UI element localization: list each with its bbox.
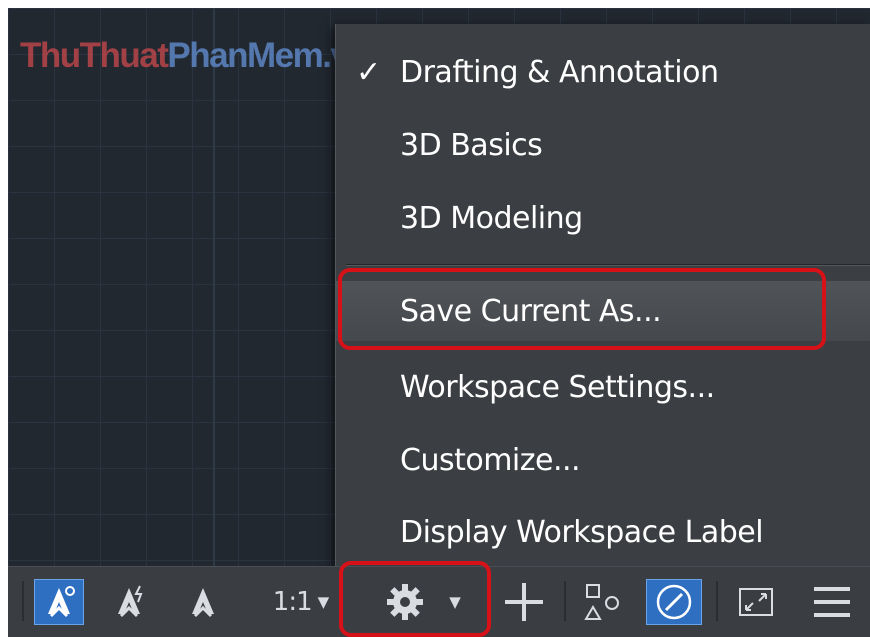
menu-item-label: Customize... xyxy=(400,442,581,478)
plus-icon xyxy=(505,583,543,621)
clean-screen-button[interactable] xyxy=(728,579,784,625)
status-bar: 1:1 ▼ ▼ xyxy=(8,566,870,637)
watermark-part1: ThuThuat xyxy=(20,36,169,75)
hamburger-menu-icon xyxy=(814,587,850,617)
menu-item-label: Workspace Settings... xyxy=(400,369,715,405)
annotation-visibility-button[interactable] xyxy=(34,579,84,625)
menu-item-3d-basics[interactable]: 3D Basics xyxy=(336,115,870,175)
chevron-down-icon: ▼ xyxy=(317,593,330,611)
gear-icon xyxy=(387,584,424,620)
status-divider xyxy=(716,581,718,621)
menu-item-3d-modeling[interactable]: 3D Modeling xyxy=(336,188,870,248)
watermark-part2: PhanMem xyxy=(167,36,323,75)
menu-item-save-current-as[interactable]: Save Current As... xyxy=(336,281,870,341)
autoscale-button[interactable] xyxy=(106,579,156,625)
annotation-scale-icon xyxy=(192,588,214,618)
menu-item-workspace-settings[interactable]: Workspace Settings... xyxy=(336,357,870,417)
chevron-down-icon: ▼ xyxy=(449,593,461,611)
clean-screen-icon xyxy=(739,588,773,616)
status-divider xyxy=(564,581,566,621)
menu-item-label: Save Current As... xyxy=(400,293,662,329)
annotation-visibility-icon xyxy=(48,586,75,618)
menu-item-label: 3D Modeling xyxy=(400,200,583,236)
isolate-objects-button[interactable] xyxy=(576,579,628,625)
menu-item-label: 3D Basics xyxy=(400,127,543,163)
status-divider xyxy=(22,581,24,621)
workspace-switching-button[interactable]: ▼ xyxy=(362,579,482,625)
annotation-scale-value: 1:1 xyxy=(272,587,313,617)
annotation-scale-button[interactable] xyxy=(180,579,226,625)
autoscale-icon xyxy=(118,585,143,618)
watermark: ThuThuatPhanMem.vn xyxy=(20,36,370,76)
hardware-acceleration-icon xyxy=(656,584,692,620)
annotation-scale-dropdown[interactable]: 1:1 ▼ xyxy=(258,579,344,625)
customization-button[interactable] xyxy=(804,579,860,625)
menu-separator xyxy=(346,264,870,266)
autocad-window: ThuThuatPhanMem.vn ✓ Drafting & Annotati… xyxy=(8,8,870,637)
menu-item-label: Display Workspace Label xyxy=(400,514,764,550)
plus-button[interactable] xyxy=(498,579,550,625)
hardware-acceleration-button[interactable] xyxy=(646,579,702,625)
workspace-menu: ✓ Drafting & Annotation 3D Basics 3D Mod… xyxy=(335,24,870,570)
menu-item-display-workspace-label[interactable]: Display Workspace Label xyxy=(336,502,870,562)
menu-item-drafting-annotation[interactable]: ✓ Drafting & Annotation xyxy=(336,42,870,102)
grid-major-line xyxy=(213,8,215,566)
checkmark-icon: ✓ xyxy=(356,54,381,90)
menu-item-customize[interactable]: Customize... xyxy=(336,430,870,490)
menu-item-label: Drafting & Annotation xyxy=(400,54,719,90)
isolate-objects-icon xyxy=(584,584,619,620)
